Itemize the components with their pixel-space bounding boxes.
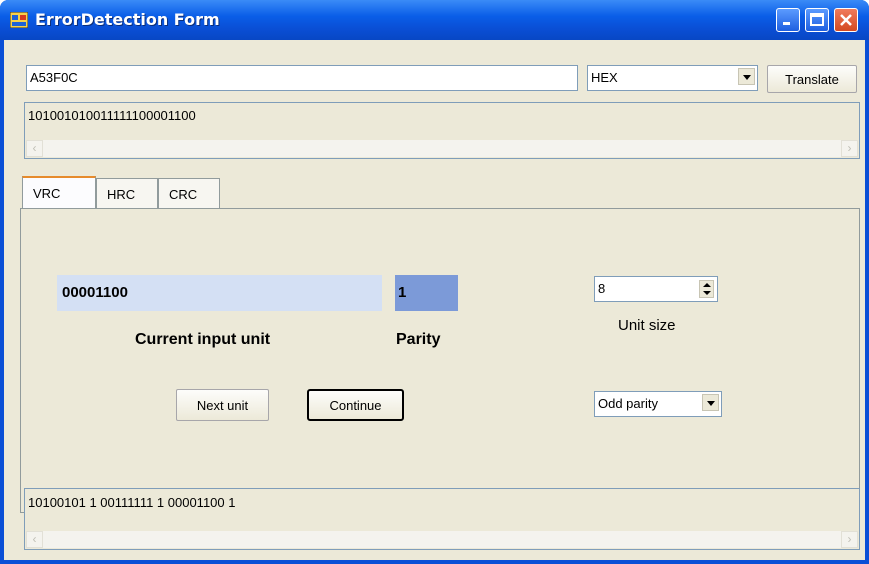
- translate-button[interactable]: Translate: [767, 65, 857, 93]
- app-icon: [9, 11, 29, 29]
- input-value: A53F0C: [30, 70, 78, 85]
- parity-display: 1: [395, 275, 458, 311]
- scroll-left-icon[interactable]: ‹: [26, 140, 43, 157]
- unit-size-label: Unit size: [618, 317, 676, 334]
- unit-size-value: 8: [598, 281, 606, 296]
- parity-label: Parity: [396, 331, 441, 348]
- title-bar[interactable]: ErrorDetection Form: [0, 0, 869, 40]
- tab-hrc[interactable]: HRC: [96, 178, 158, 208]
- spinner-arrows-icon[interactable]: [699, 280, 714, 298]
- scroll-right-icon[interactable]: ›: [841, 531, 858, 548]
- binary-output-box[interactable]: 101001010011111100001100 ‹ ›: [24, 102, 860, 159]
- format-select[interactable]: HEX: [587, 65, 758, 91]
- binary-output-scrollbar[interactable]: ‹ ›: [26, 140, 858, 157]
- translate-button-label: Translate: [785, 72, 839, 87]
- format-select-value: HEX: [591, 70, 618, 85]
- window-title: ErrorDetection Form: [35, 10, 220, 29]
- chevron-down-icon[interactable]: [702, 394, 719, 411]
- app-window: ErrorDetection Form A53F0C HEX Translate…: [0, 0, 869, 564]
- continue-button-label: Continue: [329, 398, 382, 413]
- current-unit-display: 00001100: [57, 275, 382, 311]
- binary-output-value: 101001010011111100001100: [28, 108, 196, 123]
- chevron-down-icon[interactable]: [738, 68, 755, 85]
- result-output-scrollbar[interactable]: ‹ ›: [26, 531, 858, 548]
- result-output-value: 10100101 1 00111111 1 00001100 1: [28, 495, 236, 510]
- next-unit-button[interactable]: Next unit: [176, 389, 269, 421]
- tab-vrc[interactable]: VRC: [22, 176, 96, 208]
- maximize-button[interactable]: [805, 8, 829, 32]
- parity-mode-value: Odd parity: [598, 396, 658, 411]
- parity-mode-select[interactable]: Odd parity: [594, 391, 722, 417]
- scroll-left-icon[interactable]: ‹: [26, 531, 43, 548]
- minimize-button[interactable]: [776, 8, 800, 32]
- scroll-right-icon[interactable]: ›: [841, 140, 858, 157]
- tab-crc[interactable]: CRC: [158, 178, 220, 208]
- current-unit-value: 00001100: [62, 284, 128, 301]
- current-unit-label: Current input unit: [135, 331, 271, 348]
- tab-hrc-label: HRC: [107, 187, 136, 202]
- input-textbox[interactable]: A53F0C: [26, 65, 578, 91]
- continue-button[interactable]: Continue: [307, 389, 404, 421]
- form-client-area: A53F0C HEX Translate 1010010100111111000…: [4, 40, 865, 560]
- close-button[interactable]: [834, 8, 858, 32]
- tab-crc-label: CRC: [169, 187, 198, 202]
- result-output-box[interactable]: 10100101 1 00111111 1 00001100 1 ‹ ›: [24, 488, 860, 550]
- tab-vrc-label: VRC: [33, 186, 61, 201]
- vrc-tab-panel: 00001100 1 Current input unit Parity 8 U…: [20, 208, 860, 513]
- unit-size-spinner[interactable]: 8: [594, 276, 718, 302]
- parity-value: 1: [398, 284, 407, 301]
- next-unit-button-label: Next unit: [196, 398, 249, 413]
